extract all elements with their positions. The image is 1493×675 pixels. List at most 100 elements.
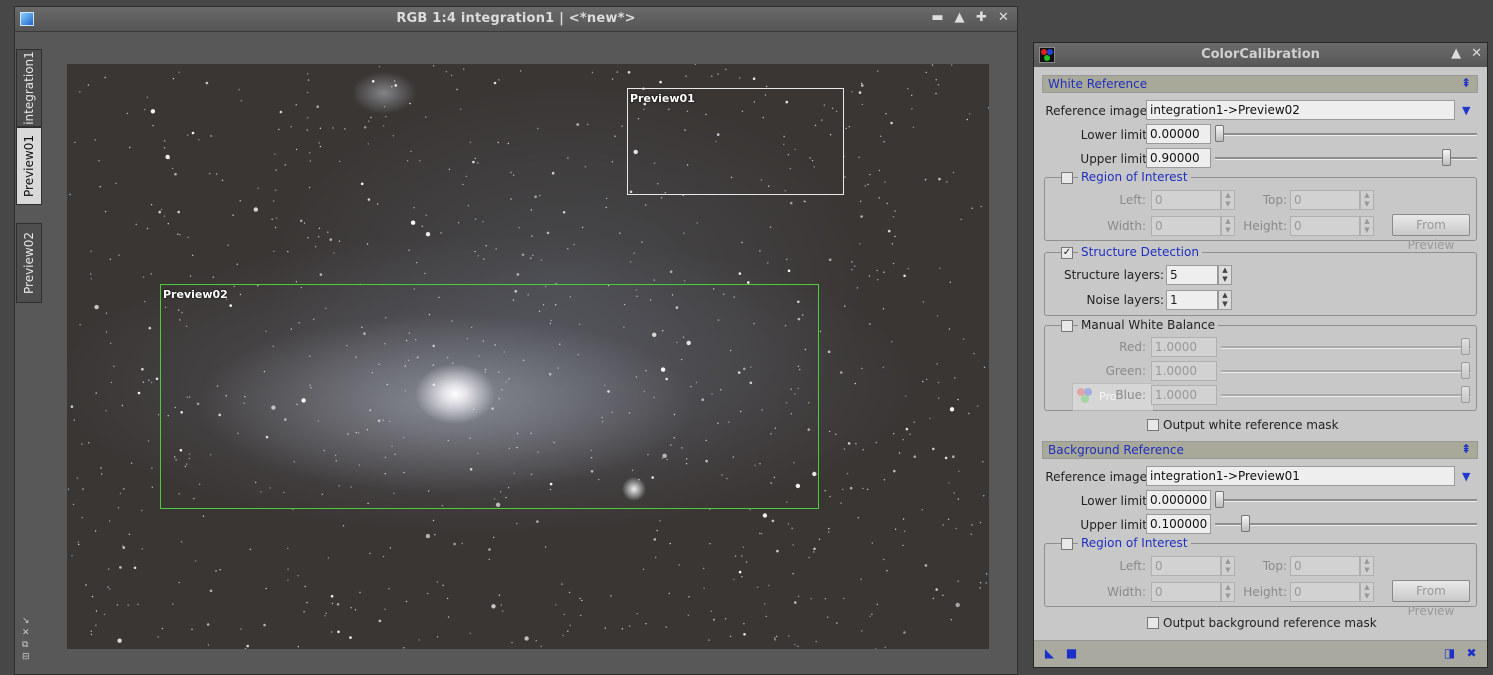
noise-layers-spin[interactable]: 1 ▲ ▼ xyxy=(1166,290,1232,310)
bg-upper-limit-field[interactable]: 0.100000 xyxy=(1146,514,1211,534)
bg-ref-image-label: Reference image: xyxy=(1045,470,1151,484)
slider-thumb[interactable] xyxy=(1461,362,1470,379)
white-roi-height-label: Height: xyxy=(1243,219,1287,233)
red-slider[interactable] xyxy=(1221,337,1471,357)
color-calibration-dialog: ColorCalibration ▲ ✕ White Reference ⇞ R… xyxy=(1033,42,1488,668)
bg-roi-width-label: Width: xyxy=(1107,585,1146,599)
structure-layers-spin[interactable]: 5 ▲ ▼ xyxy=(1166,265,1232,285)
bg-roi-height-spin[interactable]: 0 ▲ ▼ xyxy=(1290,582,1374,602)
shade-icon[interactable]: ▲ xyxy=(1451,46,1461,61)
white-upper-limit-slider[interactable] xyxy=(1215,148,1477,168)
output-white-mask-label: Output white reference mask xyxy=(1163,418,1339,432)
tab-integration1[interactable]: integration1 xyxy=(16,49,42,127)
bg-roi-left-spin[interactable]: 0 ▲ ▼ xyxy=(1151,556,1235,576)
background-reference-header[interactable]: Background Reference ⇞ xyxy=(1042,441,1478,459)
slider-thumb[interactable] xyxy=(1215,491,1224,508)
preview02-label: Preview02 xyxy=(163,288,228,301)
collapse-icon[interactable]: ⇞ xyxy=(1461,442,1471,456)
expand-icon[interactable]: ✚ xyxy=(974,10,989,26)
slider-thumb[interactable] xyxy=(1215,125,1224,142)
white-ref-image-field[interactable]: integration1->Preview02 xyxy=(1146,100,1455,120)
process-ghost-text: Pro xyxy=(1099,390,1117,403)
output-bg-mask-checkbox[interactable] xyxy=(1147,617,1159,629)
bg-from-preview-button[interactable]: From Preview xyxy=(1392,580,1470,618)
bg-roi-width-spin[interactable]: 0 ▲ ▼ xyxy=(1151,582,1235,602)
preview02-box[interactable]: Preview02 xyxy=(160,284,819,509)
bg-roi-height-label: Height: xyxy=(1243,585,1287,599)
white-lower-limit-slider[interactable] xyxy=(1215,124,1477,144)
image-window-title: RGB 1:4 integration1 | <*new*> xyxy=(396,11,636,26)
structure-detection-title: Structure Detection xyxy=(1078,245,1202,259)
output-white-mask-checkbox[interactable] xyxy=(1147,419,1159,431)
bg-roi-checkbox[interactable] xyxy=(1061,538,1073,550)
cross-icon[interactable]: ✕ xyxy=(22,627,30,639)
apply-global-icon[interactable]: ■ xyxy=(1065,647,1078,660)
new-instance-icon[interactable]: ◣ xyxy=(1043,647,1056,660)
bg-lower-limit-slider[interactable] xyxy=(1215,490,1477,510)
image-window-titlebar[interactable]: RGB 1:4 integration1 | <*new*> ▬ ▲ ✚ ✕ xyxy=(15,7,1017,32)
process-ghost-icon xyxy=(1077,388,1093,404)
slider-thumb[interactable] xyxy=(1461,338,1470,355)
white-roi-left-label: Left: xyxy=(1119,193,1146,207)
close-icon[interactable]: ✕ xyxy=(996,10,1011,26)
blue-field[interactable]: 1.0000 xyxy=(1151,385,1217,405)
bg-roi-top-spin[interactable]: 0 ▲ ▼ xyxy=(1290,556,1374,576)
structure-layers-label: Structure layers: xyxy=(1063,268,1164,282)
green-field[interactable]: 1.0000 xyxy=(1151,361,1217,381)
blue-slider[interactable] xyxy=(1221,385,1471,405)
output-bg-mask-label: Output background reference mask xyxy=(1163,616,1377,630)
tab-preview01[interactable]: Preview01 xyxy=(16,127,42,205)
red-label: Red: xyxy=(1119,340,1146,354)
list-icon[interactable]: ⊟ xyxy=(22,651,30,663)
slider-thumb[interactable] xyxy=(1442,149,1451,166)
structure-detection-checkbox[interactable]: ✓ xyxy=(1061,247,1073,259)
bg-roi-title: Region of Interest xyxy=(1078,536,1191,550)
tab-preview02[interactable]: Preview02 xyxy=(16,223,42,303)
green-slider[interactable] xyxy=(1221,361,1471,381)
bg-upper-limit-label: Upper limit: xyxy=(1080,518,1151,532)
bg-roi-left-label: Left: xyxy=(1119,559,1146,573)
red-field[interactable]: 1.0000 xyxy=(1151,337,1217,357)
image-window: RGB 1:4 integration1 | <*new*> ▬ ▲ ✚ ✕ i… xyxy=(14,6,1018,675)
bg-lower-limit-label: Lower limit: xyxy=(1080,494,1151,508)
white-roi-top-spin[interactable]: 0 ▲ ▼ xyxy=(1290,190,1374,210)
white-roi-height-spin[interactable]: 0 ▲ ▼ xyxy=(1290,216,1374,236)
dialog-bottom-bar: ◣ ■ ◨ ✖ xyxy=(1034,640,1487,667)
bg-ref-dropdown-icon[interactable]: ▼ xyxy=(1462,470,1470,483)
white-reference-header[interactable]: White Reference ⇞ xyxy=(1042,75,1478,93)
reset-icon[interactable]: ✖ xyxy=(1465,647,1478,660)
green-label: Green: xyxy=(1105,364,1146,378)
white-roi-width-spin[interactable]: 0 ▲ ▼ xyxy=(1151,216,1235,236)
side-toolbar: ↘ ✕ ⧉ ⊟ xyxy=(22,615,30,663)
browse-documentation-icon[interactable]: ◨ xyxy=(1443,647,1456,660)
collapse-icon[interactable]: ⇞ xyxy=(1461,76,1471,90)
dialog-title: ColorCalibration xyxy=(1201,47,1320,62)
arrow-down-right-icon[interactable]: ↘ xyxy=(22,615,30,627)
manual-white-balance-checkbox[interactable] xyxy=(1061,320,1073,332)
image-canvas[interactable]: Preview01 Preview02 xyxy=(67,64,989,649)
preview01-label: Preview01 xyxy=(630,92,695,105)
copy-icon[interactable]: ⧉ xyxy=(22,639,30,651)
bg-ref-image-field[interactable]: integration1->Preview01 xyxy=(1146,466,1455,486)
blue-label: Blue: xyxy=(1115,388,1146,402)
shade-icon[interactable]: ▬ xyxy=(930,10,945,26)
white-roi-left-spin[interactable]: 0 ▲ ▼ xyxy=(1151,190,1235,210)
close-icon[interactable]: ✕ xyxy=(1471,46,1482,61)
white-lower-limit-label: Lower limit: xyxy=(1080,128,1151,142)
white-lower-limit-field[interactable]: 0.00000 xyxy=(1146,124,1211,144)
white-roi-title: Region of Interest xyxy=(1078,170,1191,184)
slider-thumb[interactable] xyxy=(1241,515,1250,532)
white-upper-limit-field[interactable]: 0.90000 xyxy=(1146,148,1211,168)
preview01-box[interactable]: Preview01 xyxy=(627,88,844,195)
maximize-icon[interactable]: ▲ xyxy=(952,10,967,26)
white-roi-checkbox[interactable] xyxy=(1061,172,1073,184)
slider-thumb[interactable] xyxy=(1461,386,1470,403)
white-roi-top-label: Top: xyxy=(1262,193,1287,207)
bg-roi-top-label: Top: xyxy=(1262,559,1287,573)
bg-lower-limit-field[interactable]: 0.000000 xyxy=(1146,490,1211,510)
white-ref-dropdown-icon[interactable]: ▼ xyxy=(1462,104,1470,117)
white-ref-image-label: Reference image: xyxy=(1045,104,1151,118)
bg-upper-limit-slider[interactable] xyxy=(1215,514,1477,534)
white-from-preview-button[interactable]: From Preview xyxy=(1392,214,1470,252)
dialog-titlebar[interactable]: ColorCalibration ▲ ✕ xyxy=(1034,43,1487,67)
